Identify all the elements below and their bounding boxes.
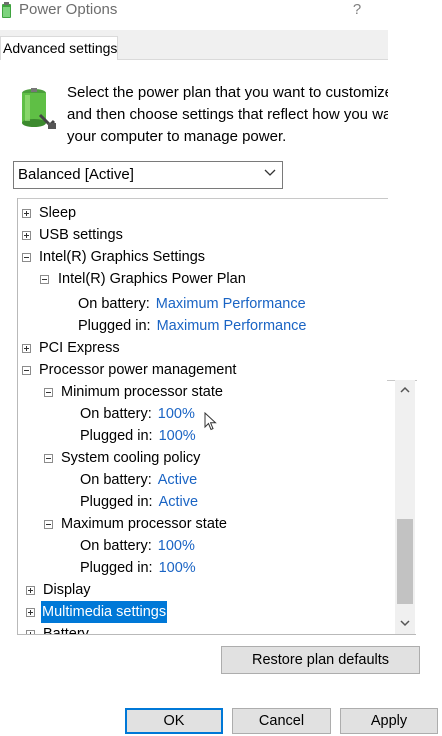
setting-value-link[interactable]: 100% [158, 406, 195, 422]
setting-value-link[interactable]: Maximum Performance [157, 318, 307, 334]
tree-item-label: System cooling policy [61, 450, 201, 466]
description-line-3: your computer to manage power. [67, 128, 287, 145]
collapse-minus-icon[interactable] [44, 388, 53, 397]
setting-label: Plugged in: [78, 318, 151, 334]
expand-plus-icon[interactable] [26, 630, 35, 634]
expand-plus-icon[interactable] [26, 586, 35, 595]
tree-item-label: Battery [43, 626, 89, 634]
setting-label: Plugged in: [80, 560, 153, 576]
collapse-minus-icon[interactable] [40, 275, 49, 284]
setting-intel-plugged-in[interactable]: Plugged in: Maximum Performance [78, 315, 306, 337]
cancel-button[interactable]: Cancel [232, 708, 331, 734]
power-plan-select[interactable]: Balanced [Active] [13, 161, 283, 189]
setting-label: On battery: [78, 296, 150, 312]
scroll-up-icon[interactable] [397, 383, 413, 397]
setting-label: Plugged in: [80, 494, 153, 510]
collapse-minus-icon[interactable] [22, 366, 31, 375]
setting-cool-on-battery[interactable]: On battery: Active [80, 469, 197, 491]
setting-label: On battery: [80, 538, 152, 554]
collapse-minus-icon[interactable] [22, 253, 31, 262]
setting-value-link[interactable]: 100% [159, 428, 196, 444]
description-text: Select the power plan that you want to c… [67, 82, 388, 148]
tree-border-top [17, 198, 388, 199]
power-options-icon [2, 2, 11, 18]
setting-label: On battery: [80, 472, 152, 488]
expand-plus-icon[interactable] [22, 209, 31, 218]
setting-label: Plugged in: [80, 428, 153, 444]
tab-divider [118, 59, 388, 60]
tree-item-label: Display [43, 582, 91, 598]
setting-value-link[interactable]: Active [159, 494, 199, 510]
expand-plus-icon[interactable] [26, 608, 35, 617]
setting-label: On battery: [80, 406, 152, 422]
mouse-pointer-icon [204, 412, 217, 431]
tree-item-label: Maximum processor state [61, 516, 227, 532]
battery-plug-icon [22, 88, 56, 129]
setting-max-plugged-in[interactable]: Plugged in: 100% [80, 557, 196, 579]
tree-item-label: Intel(R) Graphics Power Plan [58, 271, 246, 287]
tree-item-label: Intel(R) Graphics Settings [39, 249, 206, 265]
scroll-down-icon[interactable] [397, 616, 413, 630]
tree-item-label-selected: Multimedia settings [41, 601, 168, 623]
tree-item-label: Minimum processor state [61, 384, 223, 400]
restore-plan-defaults-button[interactable]: Restore plan defaults [221, 646, 420, 674]
setting-value-link[interactable]: 100% [159, 560, 196, 576]
setting-value-link[interactable]: Active [158, 472, 198, 488]
apply-button[interactable]: Apply [340, 708, 438, 734]
help-button[interactable]: ? [350, 1, 364, 18]
tree-border-bottom [17, 634, 416, 635]
setting-min-on-battery[interactable]: On battery: 100% [80, 403, 195, 425]
expand-plus-icon[interactable] [22, 231, 31, 240]
description-line-1: Select the power plan that you want to c… [67, 84, 388, 101]
expand-plus-icon[interactable] [22, 344, 31, 353]
ok-button[interactable]: OK [125, 708, 223, 734]
tree-item-label: USB settings [39, 227, 123, 243]
setting-cool-plugged-in[interactable]: Plugged in: Active [80, 491, 198, 513]
chevron-down-icon[interactable] [264, 165, 276, 181]
collapse-minus-icon[interactable] [44, 454, 53, 463]
setting-value-link[interactable]: 100% [158, 538, 195, 554]
setting-value-link[interactable]: Maximum Performance [156, 296, 306, 312]
setting-min-plugged-in[interactable]: Plugged in: 100% [80, 425, 196, 447]
setting-max-on-battery[interactable]: On battery: 100% [80, 535, 195, 557]
tree-item-label: Sleep [39, 205, 77, 221]
setting-intel-on-battery[interactable]: On battery: Maximum Performance [78, 293, 306, 315]
collapse-minus-icon[interactable] [44, 520, 53, 529]
tree-item-label: PCI Express [39, 340, 120, 356]
description-line-2: and then choose settings that reflect ho… [67, 106, 388, 123]
tree-item-label: Processor power management [39, 362, 237, 378]
tab-advanced-settings[interactable]: Advanced settings [0, 36, 118, 60]
scrollbar-thumb[interactable] [397, 519, 413, 604]
window-title: Power Options [19, 1, 118, 18]
